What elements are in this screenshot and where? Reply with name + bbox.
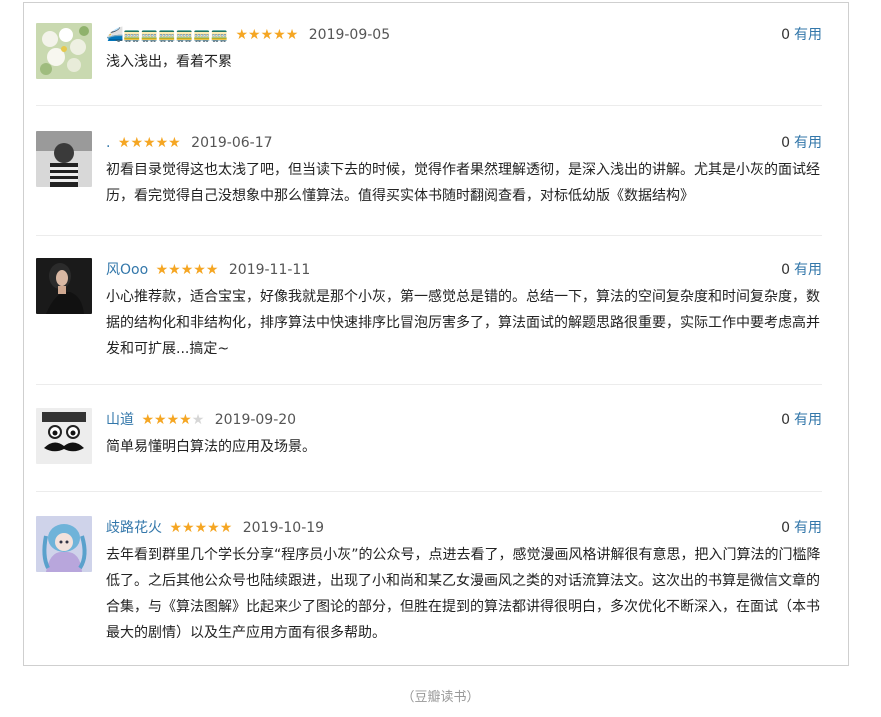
mustache-face-avatar-icon[interactable] xyxy=(36,408,92,464)
review-date: 2019-09-20 xyxy=(214,412,297,428)
useful-button[interactable]: 0 有用 xyxy=(781,258,822,282)
useful-button[interactable]: 0 有用 xyxy=(781,131,822,155)
useful-count: 0 xyxy=(781,412,790,428)
star-filled-icon: ★ xyxy=(182,520,195,536)
username-link[interactable]: 🚄🚃🚃🚃🚃🚃🚃 xyxy=(106,27,228,43)
anime-girl-avatar-icon[interactable] xyxy=(36,516,92,572)
image-caption: （豆瓣读书） xyxy=(401,690,480,705)
review-date: 2019-06-17 xyxy=(191,135,273,151)
star-filled-icon: ★ xyxy=(219,520,233,536)
star-filled-icon: ★ xyxy=(154,412,167,428)
star-filled-icon: ★ xyxy=(194,520,208,536)
review-meta: 山道 ★★★★★ 2019-09-20 0 有用 xyxy=(106,408,822,432)
flower-avatar-icon[interactable] xyxy=(36,23,92,79)
star-filled-icon: ★ xyxy=(168,262,181,278)
star-filled-icon: ★ xyxy=(235,27,249,43)
rating-stars: ★★★★★ xyxy=(235,27,298,43)
useful-button[interactable]: 0 有用 xyxy=(781,23,822,47)
star-filled-icon: ★ xyxy=(207,520,220,536)
useful-label: 有用 xyxy=(794,412,822,428)
useful-count: 0 xyxy=(781,135,790,151)
star-filled-icon: ★ xyxy=(248,27,261,43)
review-meta: 风Ooo ★★★★★ 2019-11-11 0 有用 xyxy=(106,258,822,282)
review-date: 2019-10-19 xyxy=(242,520,325,536)
star-filled-icon: ★ xyxy=(179,412,192,428)
useful-button[interactable]: 0 有用 xyxy=(781,408,822,432)
review-text: 简单易懂明白算法的应用及场景。 xyxy=(106,439,316,455)
useful-count: 0 xyxy=(781,27,790,43)
divider xyxy=(36,105,822,106)
useful-count: 0 xyxy=(781,520,790,536)
username-link[interactable]: 山道 xyxy=(106,412,134,428)
review-text: 去年看到群里几个学长分享“程序员小灰”的公众号，点进去看了，感觉漫画风格讲解很有… xyxy=(106,547,821,641)
star-filled-icon: ★ xyxy=(260,27,274,43)
useful-button[interactable]: 0 有用 xyxy=(781,516,822,540)
reviews-panel: 🚄🚃🚃🚃🚃🚃🚃 ★★★★★ 2019-09-05 0有用 浅入浅出，看着不累 xyxy=(23,2,849,666)
divider xyxy=(36,384,822,385)
star-filled-icon: ★ xyxy=(155,135,169,151)
star-filled-icon: ★ xyxy=(130,135,144,151)
useful-label: 有用 xyxy=(794,262,822,278)
rating-stars: ★★★★★ xyxy=(141,412,204,428)
person-bw-avatar-icon[interactable] xyxy=(36,131,92,187)
star-filled-icon: ★ xyxy=(169,520,183,536)
star-filled-icon: ★ xyxy=(273,27,286,43)
star-filled-icon: ★ xyxy=(168,135,181,151)
review-meta: . ★★★★★ 2019-06-17 0 有用 xyxy=(106,131,822,155)
star-empty-icon: ★ xyxy=(191,412,205,428)
useful-count: 0 xyxy=(781,262,790,278)
review-text: 初看目录觉得这也太浅了吧，但当读下去的时候，觉得作者果然理解透彻，是深入浅出的讲… xyxy=(106,162,820,204)
star-filled-icon: ★ xyxy=(117,135,131,151)
review-date: 2019-09-05 xyxy=(308,27,391,43)
star-filled-icon: ★ xyxy=(166,412,180,428)
useful-label: 有用 xyxy=(794,520,822,536)
username-link[interactable]: 歧路花火 xyxy=(106,520,162,536)
star-filled-icon: ★ xyxy=(141,412,155,428)
star-filled-icon: ★ xyxy=(180,262,194,278)
star-filled-icon: ★ xyxy=(193,262,206,278)
review-text: 小心推荐款，适合宝宝，好像我就是那个小灰，第一感觉总是错的。总结一下，算法的空间… xyxy=(106,289,820,357)
divider xyxy=(36,235,822,236)
woman-avatar-icon[interactable] xyxy=(36,258,92,314)
rating-stars: ★★★★★ xyxy=(169,520,232,536)
useful-label: 有用 xyxy=(794,135,822,151)
useful-label: 有用 xyxy=(794,27,822,43)
review-text: 浅入浅出，看着不累 xyxy=(106,54,232,70)
divider xyxy=(36,491,822,492)
review-meta: 歧路花火 ★★★★★ 2019-10-19 0 有用 xyxy=(106,516,822,540)
star-filled-icon: ★ xyxy=(285,27,299,43)
star-filled-icon: ★ xyxy=(155,262,169,278)
username-link[interactable]: . xyxy=(106,135,110,151)
star-filled-icon: ★ xyxy=(205,262,219,278)
review-date: 2019-11-11 xyxy=(228,262,311,278)
review-meta: 🚄🚃🚃🚃🚃🚃🚃 ★★★★★ 2019-09-05 0 有用 xyxy=(106,23,822,47)
star-filled-icon: ★ xyxy=(143,135,156,151)
rating-stars: ★★★★★ xyxy=(118,135,181,151)
rating-stars: ★★★★★ xyxy=(156,262,219,278)
username-link[interactable]: 风Ooo xyxy=(106,262,148,278)
